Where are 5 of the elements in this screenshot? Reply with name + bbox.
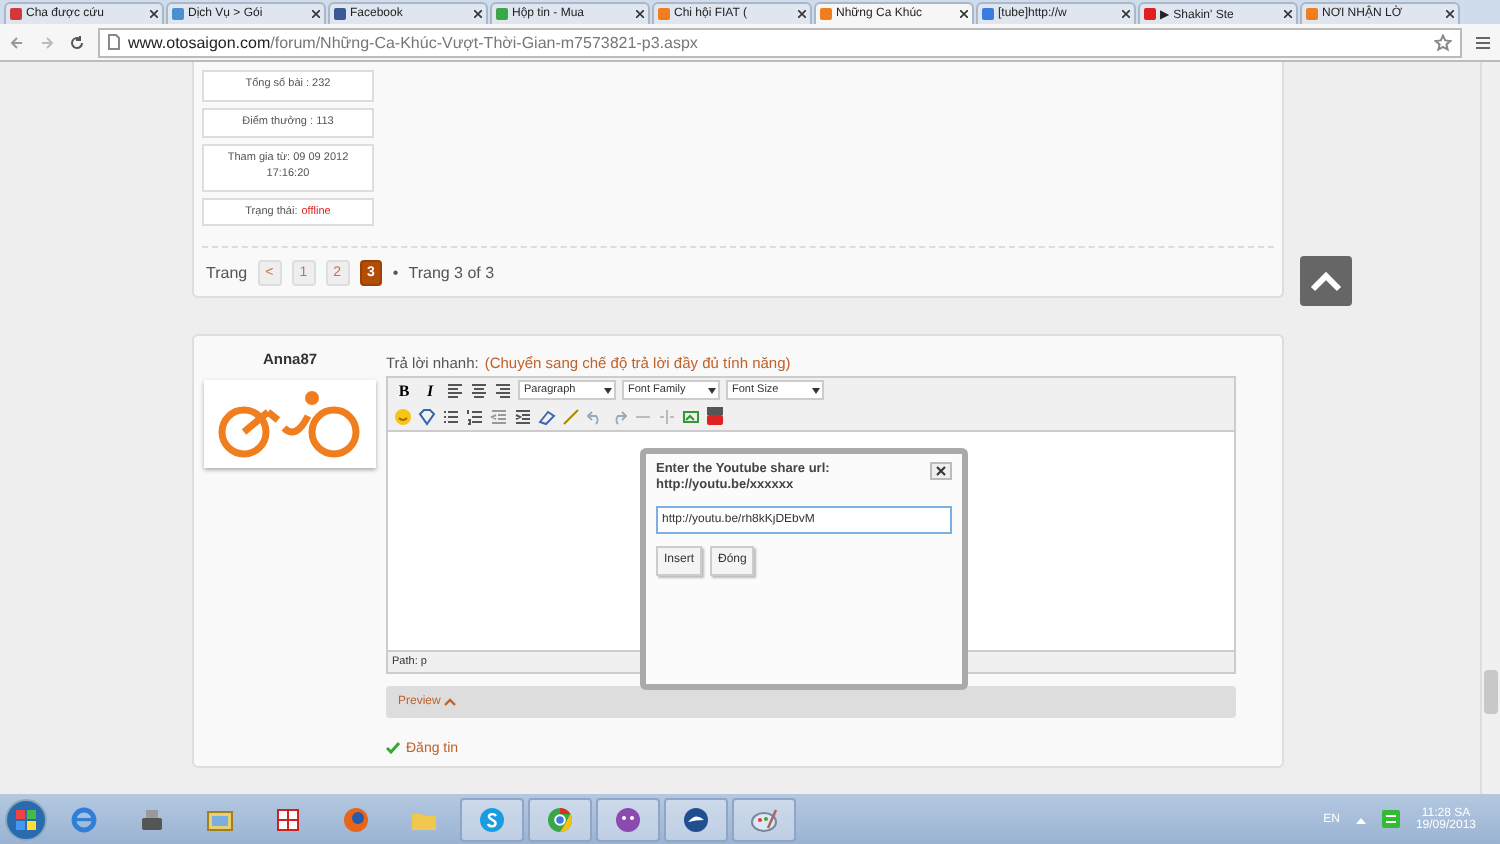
page-label: Trang (206, 263, 248, 282)
url-host: www.otosaigon.com (128, 33, 271, 51)
bullet: • (392, 263, 399, 282)
url-path: /forum/Những-Ca-Khúc-Vượt-Thời-Gian-m7573821-p3.aspx (270, 33, 698, 51)
page-summary: Trang 3 of 3 (408, 263, 495, 282)
